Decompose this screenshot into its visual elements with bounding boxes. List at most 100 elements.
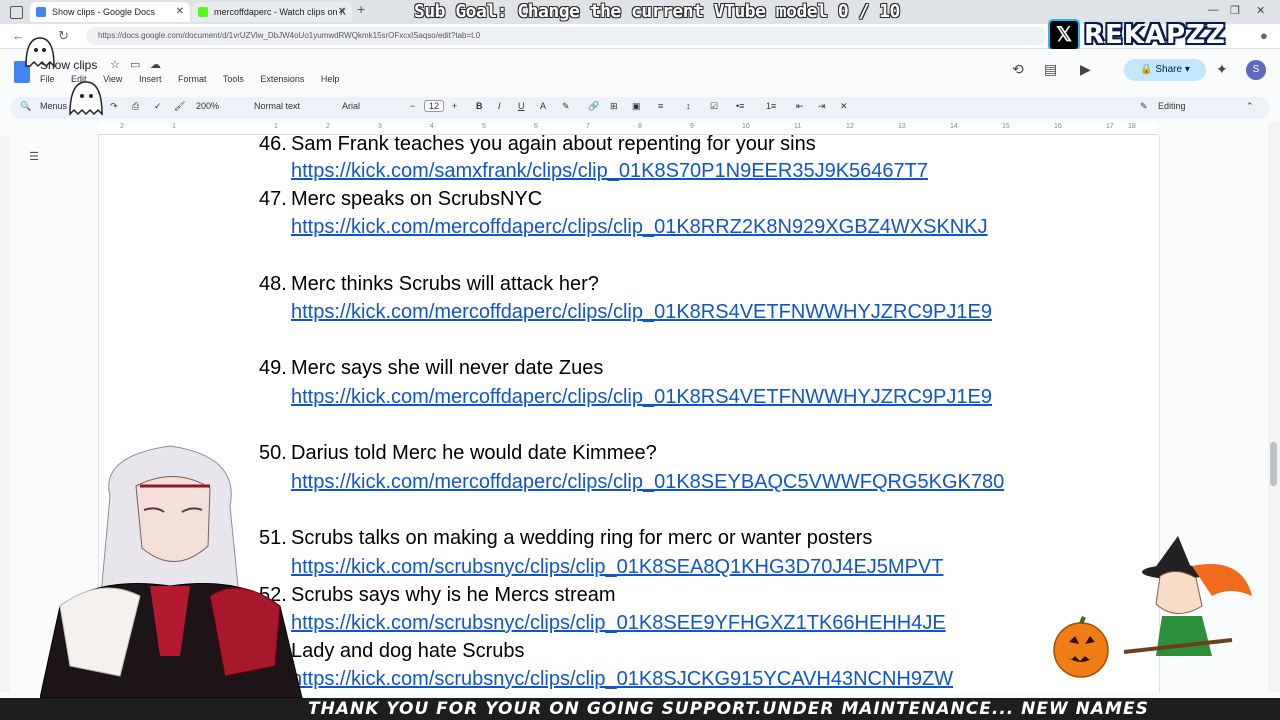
clip-title[interactable]: Merc thinks Scrubs will attack her? (291, 272, 599, 296)
sub-goal-overlay: Sub Goal: Change the current VTube model… (414, 1, 900, 22)
ruler-tick: 2 (120, 123, 124, 130)
clip-link[interactable]: https://kick.com/scrubsnyc/clips/clip_01… (291, 609, 1036, 637)
move-folder-icon[interactable]: ▭ (130, 58, 140, 71)
formatting-toolbar: 🔍 Menus ↷ ⎙ ✓ 🖌 200% Normal text Arial −… (10, 97, 1270, 119)
url-field[interactable]: https://docs.google.com/document/d/1vrUZ… (86, 27, 1046, 45)
insert-image-icon[interactable]: ▣ (632, 101, 641, 112)
insert-comment-icon[interactable]: ⊞ (610, 101, 618, 112)
docs-favicon-icon (36, 7, 46, 17)
menu-extensions[interactable]: Extensions (260, 74, 304, 84)
clip-link[interactable]: https://kick.com/mercoffdaperc/clips/cli… (291, 213, 1036, 241)
horizontal-ruler[interactable]: 2 1 1 2 3 4 5 6 7 8 9 10 11 12 13 14 15 … (98, 122, 1158, 135)
ruler-tick: 4 (430, 123, 434, 130)
link-icon[interactable]: 🔗 (588, 101, 599, 112)
maximize-icon[interactable]: ❐ (1230, 4, 1240, 17)
ruler-tick: 11 (794, 123, 802, 130)
menu-help[interactable]: Help (321, 74, 340, 84)
font-select[interactable]: Arial (342, 101, 360, 111)
clip-link[interactable]: https://kick.com/scrubsnyc/clips/clip_01… (291, 553, 1036, 581)
ruler-tick: 12 (846, 123, 854, 130)
bold-icon[interactable]: B (476, 101, 483, 111)
increase-indent-icon[interactable]: ⇥ (818, 101, 826, 112)
meet-icon[interactable]: ▶ (1080, 61, 1091, 78)
ruler-tick: 1 (274, 123, 278, 130)
redo-icon[interactable]: ↷ (110, 101, 118, 112)
ruler-tick: 14 (950, 123, 958, 130)
ticker-text: THANK YOU FOR YOUR ON GOING SUPPORT.UNDE… (308, 699, 1149, 719)
ruler-tick: 13 (898, 123, 906, 130)
kick-favicon-icon (198, 7, 208, 17)
align-icon[interactable]: ≡ (658, 101, 663, 111)
menu-insert[interactable]: Insert (139, 74, 162, 84)
vertical-ruler[interactable] (0, 136, 10, 692)
ghost-mascot-icon (25, 37, 103, 116)
menu-format[interactable]: Format (178, 74, 207, 84)
window-menu-icon[interactable] (10, 6, 23, 19)
bulleted-list-icon[interactable]: •≡ (736, 101, 744, 111)
edit-mode-icon: ✎ (1140, 101, 1148, 111)
version-history-icon[interactable]: ⟲ (1012, 61, 1024, 78)
document-outline-icon[interactable]: ☰ (24, 150, 44, 166)
clip-title[interactable]: Sam Frank teaches you again about repent… (291, 135, 816, 156)
news-ticker: THANK YOU FOR YOUR ON GOING SUPPORT.UNDE… (0, 698, 1280, 720)
checklist-icon[interactable]: ☑ (710, 101, 718, 112)
ruler-tick: 5 (482, 123, 486, 130)
star-icon[interactable]: ☆ (110, 58, 120, 71)
ruler-tick: 9 (690, 123, 694, 130)
tab-label: Show clips - Google Docs (52, 7, 156, 17)
minimize-icon[interactable]: — (1208, 4, 1219, 16)
style-select[interactable]: Normal text (254, 101, 300, 111)
zoom-select[interactable]: 200% (196, 101, 219, 111)
ruler-tick: 7 (586, 123, 590, 130)
clear-formatting-icon[interactable]: ✕ (840, 101, 848, 112)
close-tab-icon[interactable]: ✕ (338, 2, 346, 22)
text-color-icon[interactable]: A (540, 101, 546, 111)
vtuber-avatar (40, 445, 303, 698)
decrease-indent-icon[interactable]: ⇤ (796, 101, 804, 112)
clip-link[interactable]: https://kick.com/samxfrank/clips/clip_01… (291, 157, 1036, 185)
spellcheck-icon[interactable]: ✓ (154, 101, 162, 112)
line-spacing-icon[interactable]: ↕ (686, 101, 691, 111)
ruler-tick: 10 (742, 123, 750, 130)
browser-profile-icon[interactable]: ● (1260, 28, 1268, 43)
clip-title[interactable]: Scrubs talks on making a wedding ring fo… (291, 526, 872, 550)
clip-title[interactable]: Scrubs says why is he Mercs stream (291, 583, 616, 607)
ruler-tick: 17 (1106, 123, 1114, 130)
paint-format-icon[interactable]: 🖌 (174, 101, 185, 112)
clip-title[interactable]: Lady and dog hate Scrubs (291, 639, 525, 663)
x-logo-icon: 𝕏 (1048, 19, 1080, 51)
hide-menus-icon[interactable]: ⌃ (1246, 101, 1254, 112)
clip-title[interactable]: Merc says she will never date Zues (291, 356, 603, 380)
clip-title[interactable]: Darius told Merc he would date Kimmee? (291, 441, 657, 465)
clip-title[interactable]: Merc speaks on ScrubsNYC (291, 187, 542, 211)
print-icon[interactable]: ⎙ (132, 101, 139, 112)
font-size-input[interactable]: 12 (424, 100, 445, 112)
avatar[interactable]: S (1246, 60, 1266, 80)
close-tab-icon[interactable]: ✕ (176, 2, 184, 22)
scrollbar-thumb[interactable] (1270, 442, 1277, 486)
italic-icon[interactable]: I (498, 101, 501, 111)
menu-tools[interactable]: Tools (223, 74, 244, 84)
highlight-icon[interactable]: ✎ (562, 101, 570, 112)
ruler-tick: 15 (1002, 123, 1010, 130)
vertical-scrollbar[interactable] (1268, 122, 1280, 692)
share-button[interactable]: 🔒 Share ▾ (1124, 59, 1206, 81)
clip-link[interactable]: https://kick.com/mercoffdaperc/clips/cli… (291, 383, 1036, 411)
clip-link[interactable]: https://kick.com/mercoffdaperc/clips/cli… (291, 298, 1036, 326)
decrease-font-icon[interactable]: − (410, 101, 415, 111)
ruler-tick: 16 (1054, 123, 1062, 130)
tab-kick-clips[interactable]: mercoffdaperc - Watch clips on K ✕ (192, 2, 352, 22)
new-tab-icon[interactable]: + (357, 1, 365, 17)
mode-select[interactable]: Editing (1158, 101, 1186, 111)
tab-show-clips[interactable]: Show clips - Google Docs ✕ (30, 2, 190, 22)
underline-icon[interactable]: U (518, 101, 525, 111)
gemini-icon[interactable]: ✦ (1216, 61, 1228, 78)
clip-link[interactable]: https://kick.com/mercoffdaperc/clips/cli… (291, 468, 1036, 496)
increase-font-icon[interactable]: + (452, 101, 457, 111)
close-window-icon[interactable]: ✕ (1256, 4, 1265, 17)
ruler-tick: 8 (638, 123, 642, 130)
clip-link[interactable]: https://kick.com/scrubsnyc/clips/clip_01… (291, 665, 1036, 693)
cloud-status-icon: ☁ (150, 59, 161, 71)
comments-icon[interactable]: ▤ (1044, 61, 1057, 78)
numbered-list-icon[interactable]: 1≡ (766, 101, 776, 111)
